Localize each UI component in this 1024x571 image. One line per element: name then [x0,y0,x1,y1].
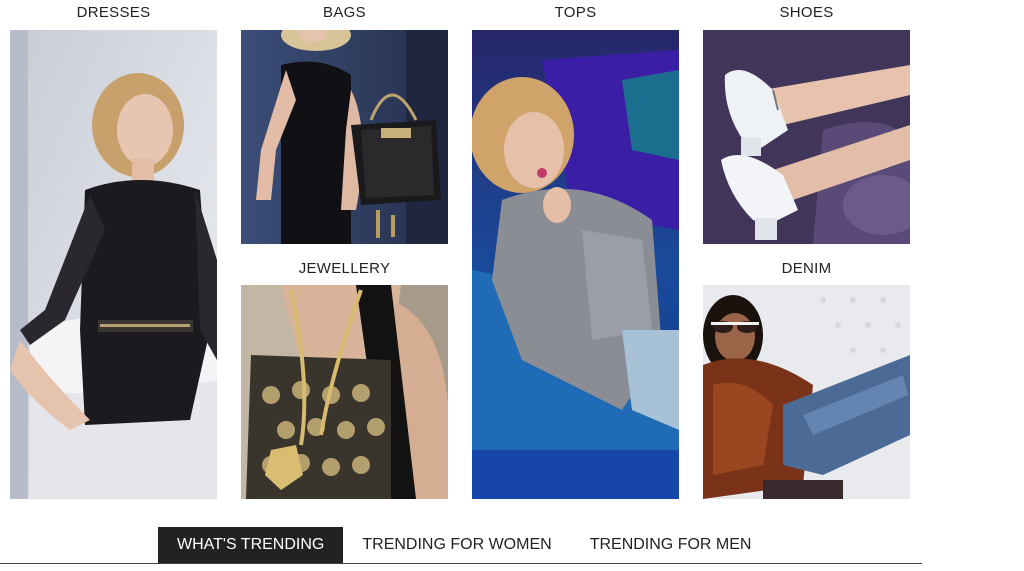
bags-photo [241,30,448,244]
tab-underline [0,563,922,564]
denim-image-tile[interactable] [703,285,910,499]
tops-image-tile[interactable] [472,30,679,499]
category-label-bags[interactable]: BAGS [241,4,448,21]
shoes-image-tile[interactable] [703,30,910,244]
bags-image-tile[interactable] [241,30,448,244]
shoes-photo [703,30,910,244]
tab-trending-for-women[interactable]: TRENDING FOR WOMEN [343,527,570,563]
dresses-image-tile[interactable] [10,30,217,499]
tab-whats-trending[interactable]: WHAT'S TRENDING [158,527,344,563]
jewellery-photo [241,285,448,499]
trending-tabs: WHAT'S TRENDING TRENDING FOR WOMEN TREND… [158,527,770,563]
tops-photo [472,30,679,499]
category-label-jewellery[interactable]: JEWELLERY [241,260,448,277]
jewellery-image-tile[interactable] [241,285,448,499]
category-label-denim[interactable]: DENIM [703,260,910,277]
category-label-tops[interactable]: TOPS [472,4,679,21]
tab-trending-for-men[interactable]: TRENDING FOR MEN [571,527,771,563]
category-label-shoes[interactable]: SHOES [703,4,910,21]
dresses-photo [10,30,217,499]
denim-photo [703,285,910,499]
category-label-dresses[interactable]: DRESSES [10,4,217,21]
